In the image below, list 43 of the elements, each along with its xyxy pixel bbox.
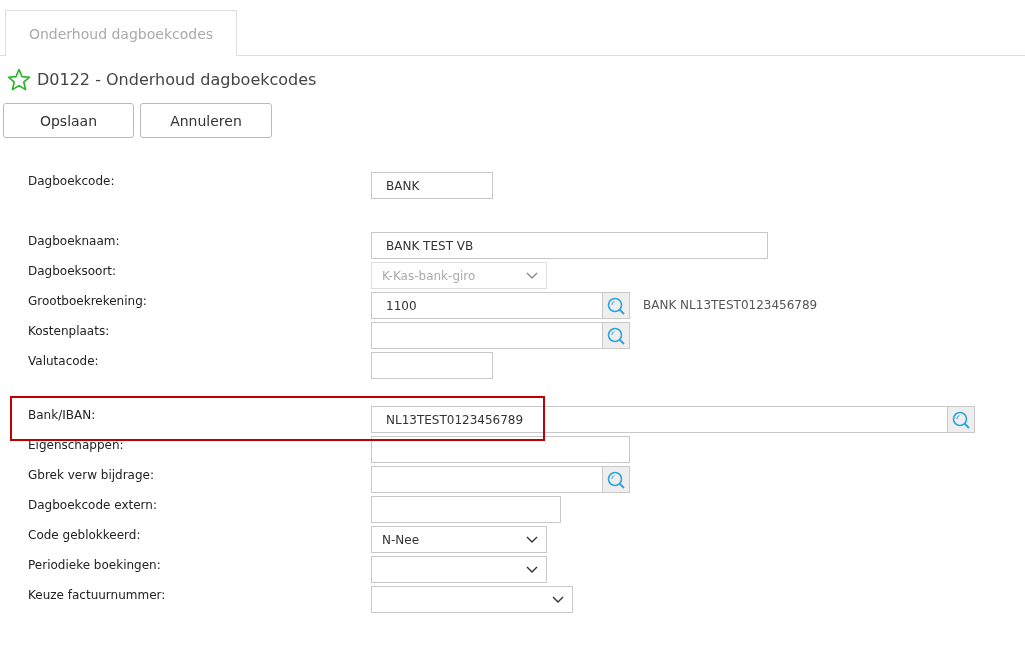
- dropdown[interactable]: [371, 586, 573, 613]
- field-label: Gbrek verw bijdrage:: [27, 467, 155, 484]
- field-label: Dagboekcode:: [27, 173, 116, 190]
- chevron-down-icon: [552, 596, 564, 603]
- search-icon: [952, 410, 970, 429]
- chevron-down-icon: [526, 566, 538, 573]
- field-label: Eigenschappen:: [27, 437, 125, 454]
- input-field[interactable]: [371, 352, 493, 379]
- field-label: Periodieke boekingen:: [27, 557, 162, 574]
- star-icon: [7, 67, 31, 91]
- dropdown: K-Kas-bank-giro: [371, 262, 547, 289]
- field-label: Kostenplaats:: [27, 323, 111, 340]
- cancel-button[interactable]: Annuleren: [140, 103, 272, 138]
- input-field[interactable]: [371, 436, 630, 463]
- dropdown[interactable]: [371, 556, 547, 583]
- search-button[interactable]: [948, 406, 975, 433]
- page-title: D0122 - Onderhoud dagboekcodes: [37, 69, 317, 89]
- field-label: Code geblokkeerd:: [27, 527, 142, 544]
- chevron-down-icon: [526, 536, 538, 543]
- dropdown[interactable]: N-Nee: [371, 526, 547, 553]
- search-icon: [607, 326, 625, 345]
- account-description: BANK NL13TEST0123456789: [643, 297, 818, 314]
- field-label: Keuze factuurnummer:: [27, 587, 167, 604]
- field-label: Bank/IBAN:: [27, 407, 97, 424]
- field-label: Grootboekrekening:: [27, 293, 148, 310]
- chevron-down-icon: [526, 272, 538, 279]
- search-button[interactable]: [603, 466, 630, 493]
- search-icon: [607, 296, 625, 315]
- search-button[interactable]: [603, 292, 630, 319]
- search-button[interactable]: [603, 322, 630, 349]
- input-field[interactable]: [371, 466, 603, 493]
- input-field[interactable]: [371, 496, 561, 523]
- input-field[interactable]: BANK: [371, 172, 493, 199]
- input-field[interactable]: [371, 322, 603, 349]
- search-icon: [607, 470, 625, 489]
- field-label: Dagboekcode extern:: [27, 497, 158, 514]
- input-field[interactable]: 1100: [371, 292, 603, 319]
- field-label: Valutacode:: [27, 353, 100, 370]
- input-field[interactable]: BANK TEST VB: [371, 232, 768, 259]
- field-label: Dagboeknaam:: [27, 233, 121, 250]
- input-field[interactable]: NL13TEST0123456789: [371, 406, 948, 433]
- field-label: Dagboeksoort:: [27, 263, 118, 280]
- save-button[interactable]: Opslaan: [3, 103, 134, 138]
